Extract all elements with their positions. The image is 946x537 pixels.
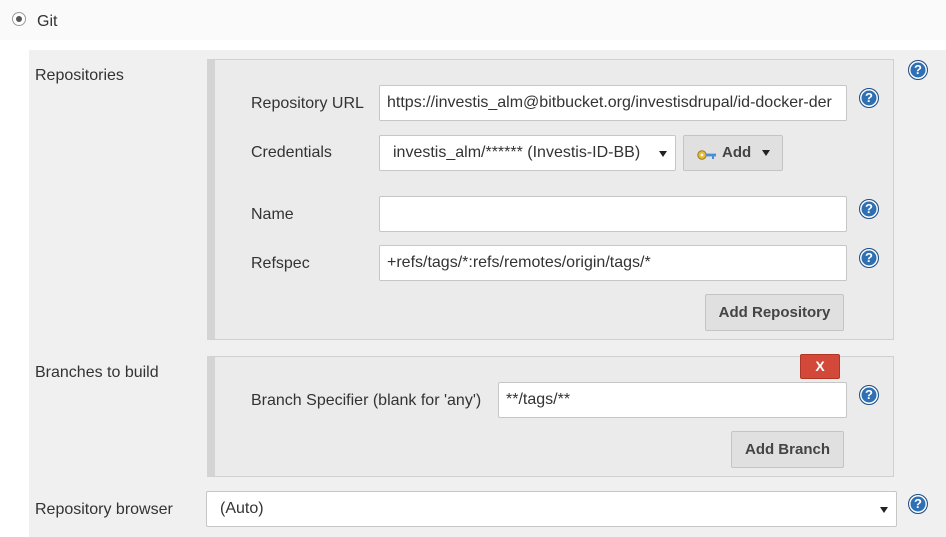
repository-browser-selected-value: (Auto) — [220, 500, 264, 517]
add-branch-button[interactable]: Add Branch — [731, 431, 844, 468]
git-radio-label[interactable]: Git — [37, 12, 57, 32]
repository-browser-help-icon[interactable]: ? — [908, 494, 928, 514]
repository-browser-label: Repository browser — [35, 501, 173, 518]
name-input[interactable] — [379, 196, 847, 232]
credentials-label: Credentials — [251, 144, 332, 161]
repository-url-label: Repository URL — [251, 95, 364, 112]
scm-git-row: Git — [0, 0, 946, 40]
name-help-icon[interactable]: ? — [859, 199, 879, 219]
credentials-select[interactable]: investis_alm/****** (Investis-ID-BB) — [379, 135, 676, 171]
credentials-selected-value: investis_alm/****** (Investis-ID-BB) — [393, 144, 641, 161]
repository-url-help-icon[interactable]: ? — [859, 88, 879, 108]
add-repository-button[interactable]: Add Repository — [705, 294, 844, 331]
repositories-section-label: Repositories — [35, 67, 124, 84]
repository-url-input[interactable]: https://investis_alm@bitbucket.org/inves… — [379, 85, 847, 121]
credentials-dropdown-arrow-icon — [659, 151, 667, 157]
repository-browser-dropdown-arrow-icon — [880, 507, 888, 513]
add-credentials-label: Add — [722, 144, 752, 161]
repositories-help-icon[interactable]: ? — [908, 60, 928, 80]
branch-specifier-input[interactable]: **/tags/** — [498, 382, 847, 418]
branch-specifier-help-icon[interactable]: ? — [859, 385, 879, 405]
refspec-help-icon[interactable]: ? — [859, 248, 879, 268]
repository-browser-select[interactable]: (Auto) — [206, 491, 897, 527]
refspec-label: Refspec — [251, 255, 310, 272]
add-credentials-caret-icon — [762, 150, 770, 156]
branch-specifier-label: Branch Specifier (blank for 'any') — [251, 392, 482, 409]
key-icon — [697, 150, 716, 160]
refspec-input[interactable]: +refs/tags/*:refs/remotes/origin/tags/* — [379, 245, 847, 281]
add-credentials-button[interactable]: Add — [683, 135, 783, 171]
branches-section-label: Branches to build — [35, 364, 159, 381]
delete-branch-button[interactable]: X — [800, 354, 840, 379]
name-label: Name — [251, 206, 294, 223]
git-radio-button[interactable] — [12, 12, 26, 26]
